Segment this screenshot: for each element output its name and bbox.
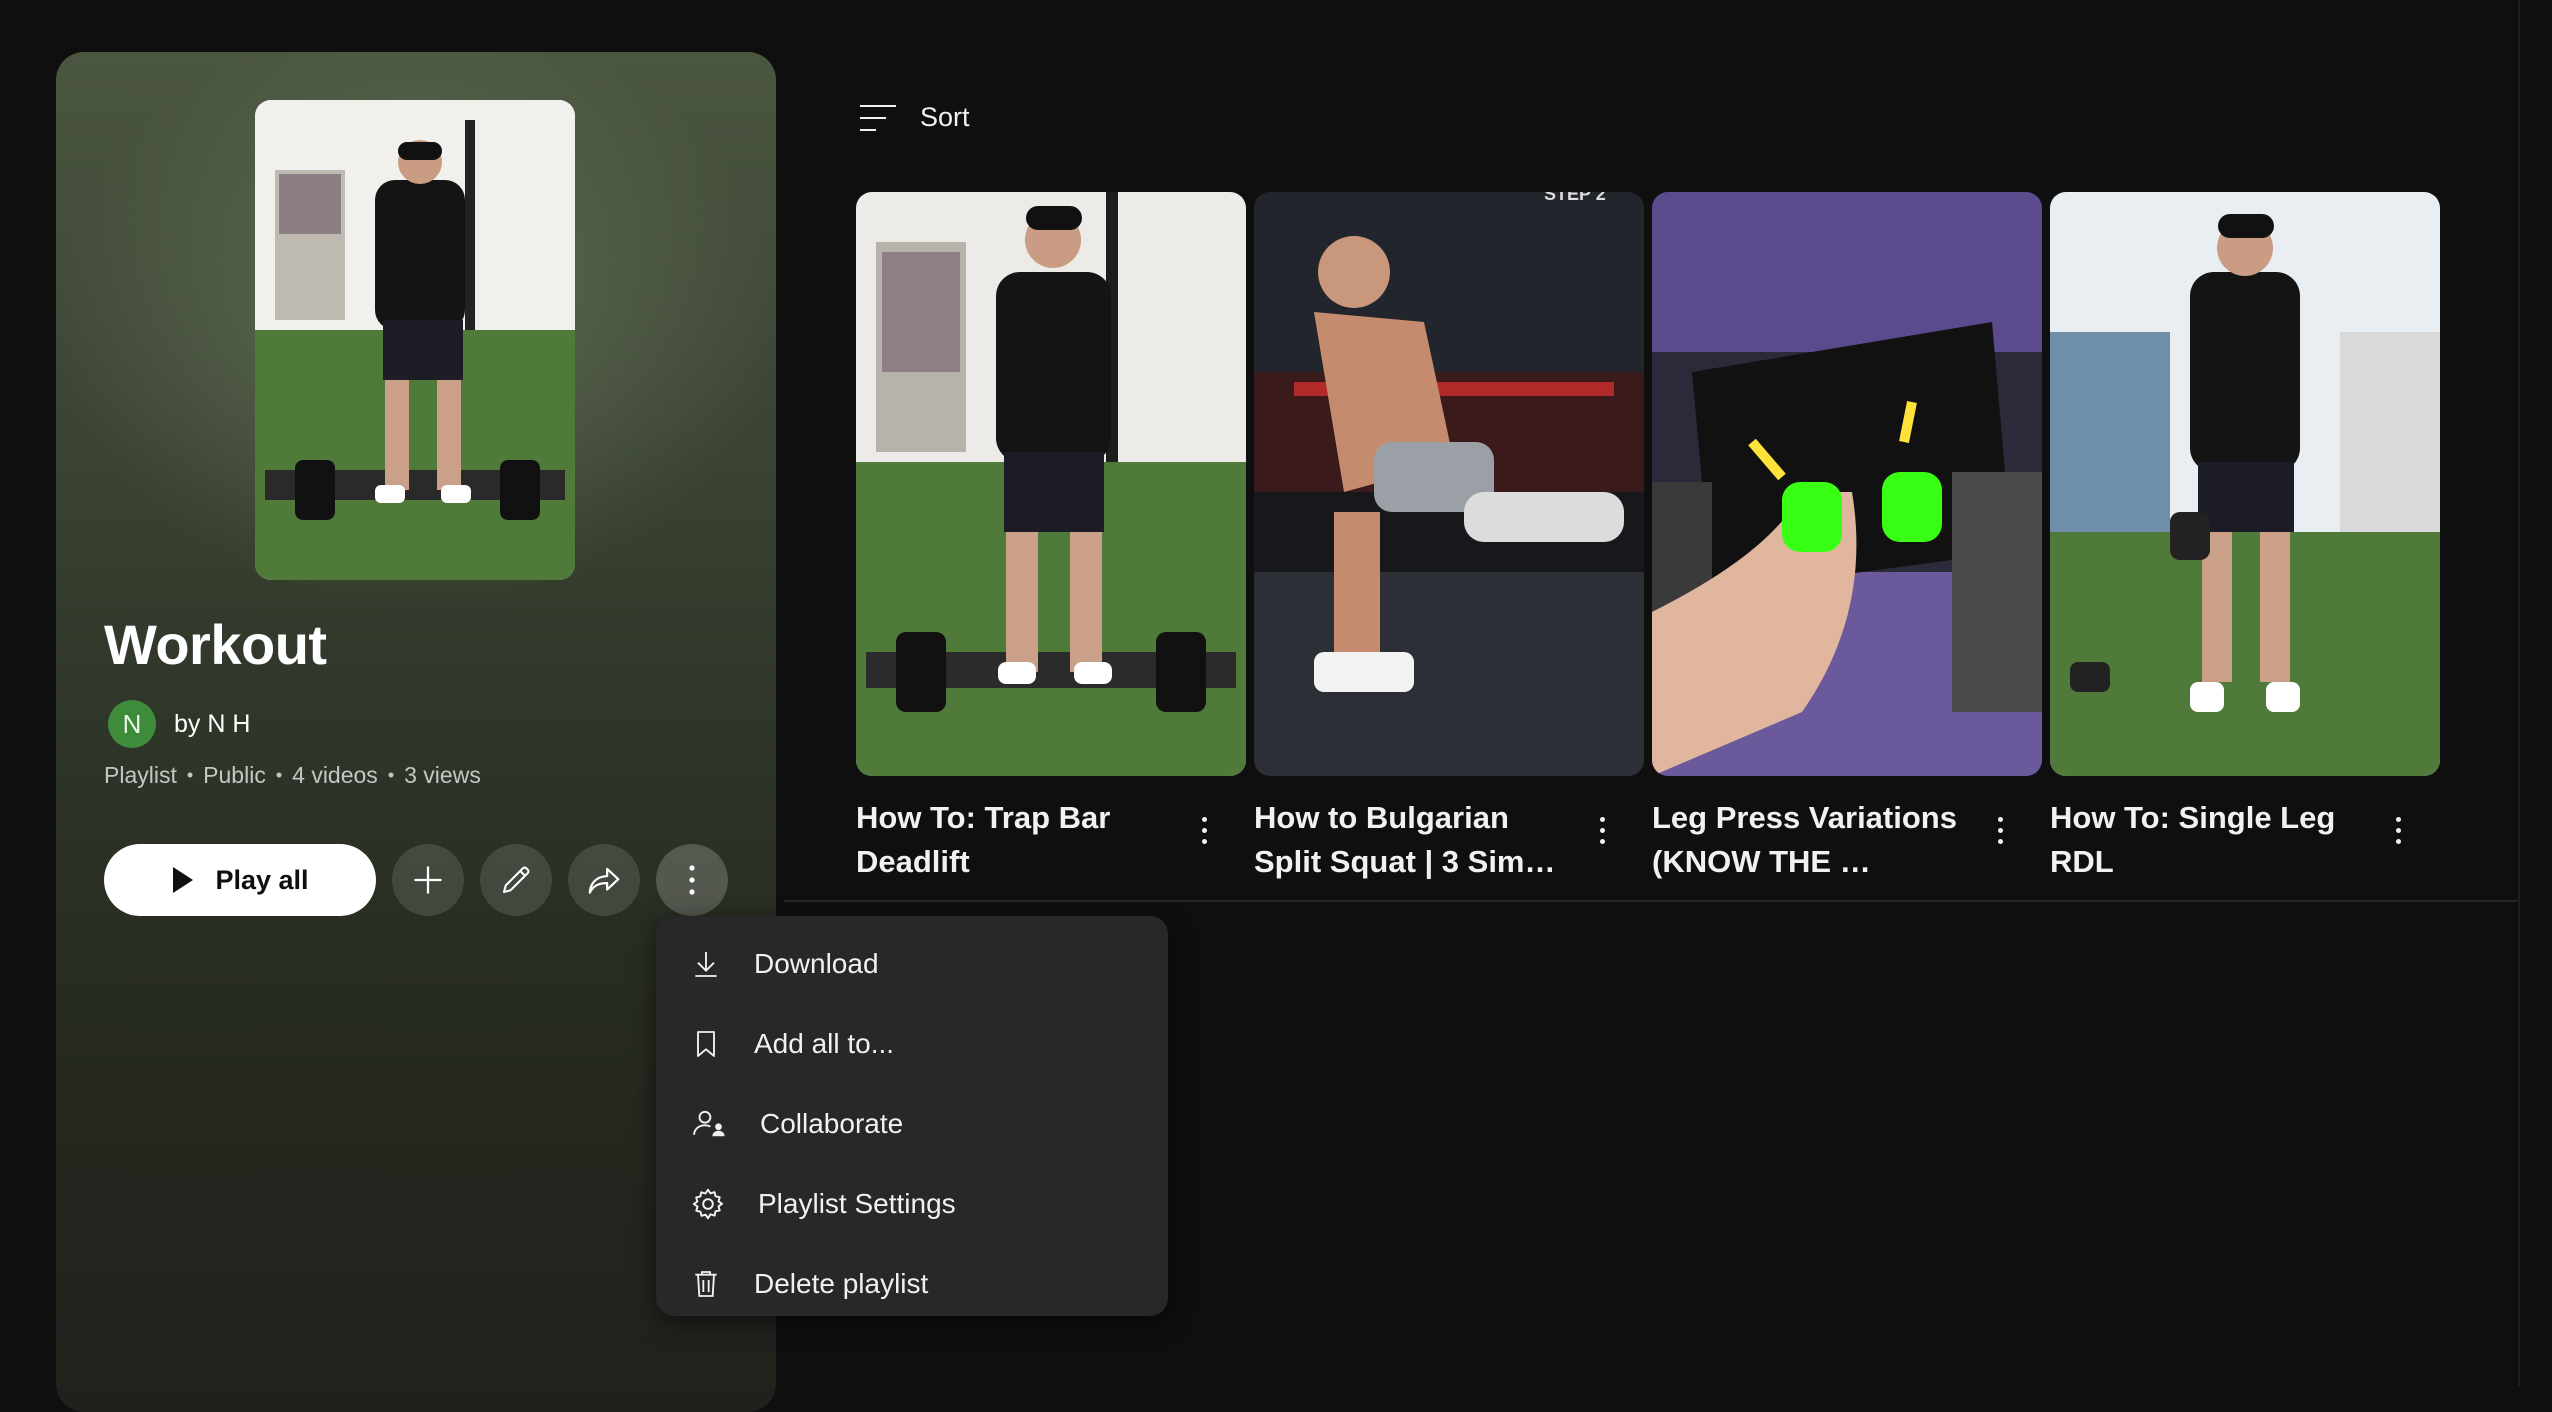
thumbnail-image (1652, 192, 2042, 776)
video-title[interactable]: How To: Single Leg RDL (2050, 796, 2370, 884)
meta-separator: • (275, 765, 283, 785)
menu-item-delete-playlist[interactable]: Delete playlist (656, 1244, 1168, 1324)
avatar[interactable]: N (108, 700, 156, 748)
collaborate-icon (693, 1110, 725, 1137)
playlist-actions-menu: Download Add all to... Collaborate Playl… (656, 916, 1168, 1316)
video-card[interactable]: How To: Trap Bar Deadlift (856, 192, 1246, 884)
menu-item-add-all-to[interactable]: Add all to... (656, 1004, 1168, 1084)
video-thumbnail[interactable] (1652, 192, 2042, 776)
play-icon (173, 867, 194, 893)
play-all-button[interactable]: Play all (104, 844, 376, 916)
plus-icon (414, 866, 442, 894)
playlist-actions: Play all (104, 844, 728, 916)
meta-video-count: 4 videos (292, 762, 378, 788)
video-title[interactable]: How To: Trap Bar Deadlift (856, 796, 1176, 884)
video-thumbnail[interactable] (2050, 192, 2440, 776)
trash-icon (695, 1271, 717, 1297)
add-video-button[interactable] (392, 844, 464, 916)
sort-button[interactable]: Sort (858, 102, 970, 133)
owner-name[interactable]: by N H (174, 710, 250, 739)
edit-playlist-button[interactable] (480, 844, 552, 916)
video-card[interactable]: STEP 2 How to Bulgarian Split Squat | 3 … (1254, 192, 1644, 884)
meta-visibility: Public (203, 762, 266, 788)
menu-item-playlist-settings[interactable]: Playlist Settings (656, 1164, 1168, 1244)
sort-label: Sort (920, 102, 970, 132)
playlist-owner[interactable]: N by N H (108, 700, 250, 748)
menu-item-download[interactable]: Download (656, 924, 1168, 1004)
more-vert-icon (689, 865, 695, 895)
video-card[interactable]: Leg Press Variations (KNOW THE … (1652, 192, 2042, 884)
video-thumbnail[interactable] (856, 192, 1246, 776)
menu-item-label: Download (754, 948, 879, 979)
share-button[interactable] (568, 844, 640, 916)
share-icon (588, 867, 620, 894)
video-thumbnail[interactable]: STEP 2 (1254, 192, 1644, 776)
menu-item-label: Add all to... (754, 1028, 895, 1059)
menu-item-label: Playlist Settings (758, 1188, 956, 1219)
video-menu-button[interactable] (2386, 810, 2410, 850)
meta-separator: • (186, 765, 194, 785)
thumbnail-image (856, 192, 1246, 776)
video-menu-button[interactable] (1988, 810, 2012, 850)
download-icon (695, 952, 717, 977)
page-edge-divider (2518, 0, 2520, 1386)
thumbnail-image (2050, 192, 2440, 776)
menu-item-label: Delete playlist (754, 1268, 929, 1299)
section-divider (784, 900, 2520, 902)
cover-image (255, 100, 575, 580)
sort-icon (860, 104, 896, 131)
playlist-title: Workout (104, 613, 327, 676)
more-actions-button[interactable] (656, 844, 728, 916)
meta-view-count: 3 views (404, 762, 481, 788)
playlist-meta: Playlist • Public • 4 videos • 3 views (104, 762, 481, 789)
menu-item-label: Collaborate (760, 1108, 904, 1139)
video-title[interactable]: Leg Press Variations (KNOW THE … (1652, 796, 1972, 884)
pencil-icon (502, 866, 530, 894)
meta-separator: • (387, 765, 395, 785)
bookmark-icon (697, 1031, 715, 1057)
video-menu-button[interactable] (1192, 810, 1216, 850)
thumbnail-image: STEP 2 (1254, 192, 1644, 776)
video-title[interactable]: How to Bulgarian Split Squat | 3 Simple … (1254, 796, 1574, 884)
video-card[interactable]: How To: Single Leg RDL (2050, 192, 2440, 884)
meta-type: Playlist (104, 762, 177, 788)
gear-icon (692, 1188, 724, 1220)
playlist-cover-thumbnail[interactable] (255, 100, 575, 580)
menu-item-collaborate[interactable]: Collaborate (656, 1084, 1168, 1164)
video-menu-button[interactable] (1590, 810, 1614, 850)
overlay-text: STEP 2 (1544, 192, 1606, 204)
play-all-label: Play all (215, 864, 309, 895)
